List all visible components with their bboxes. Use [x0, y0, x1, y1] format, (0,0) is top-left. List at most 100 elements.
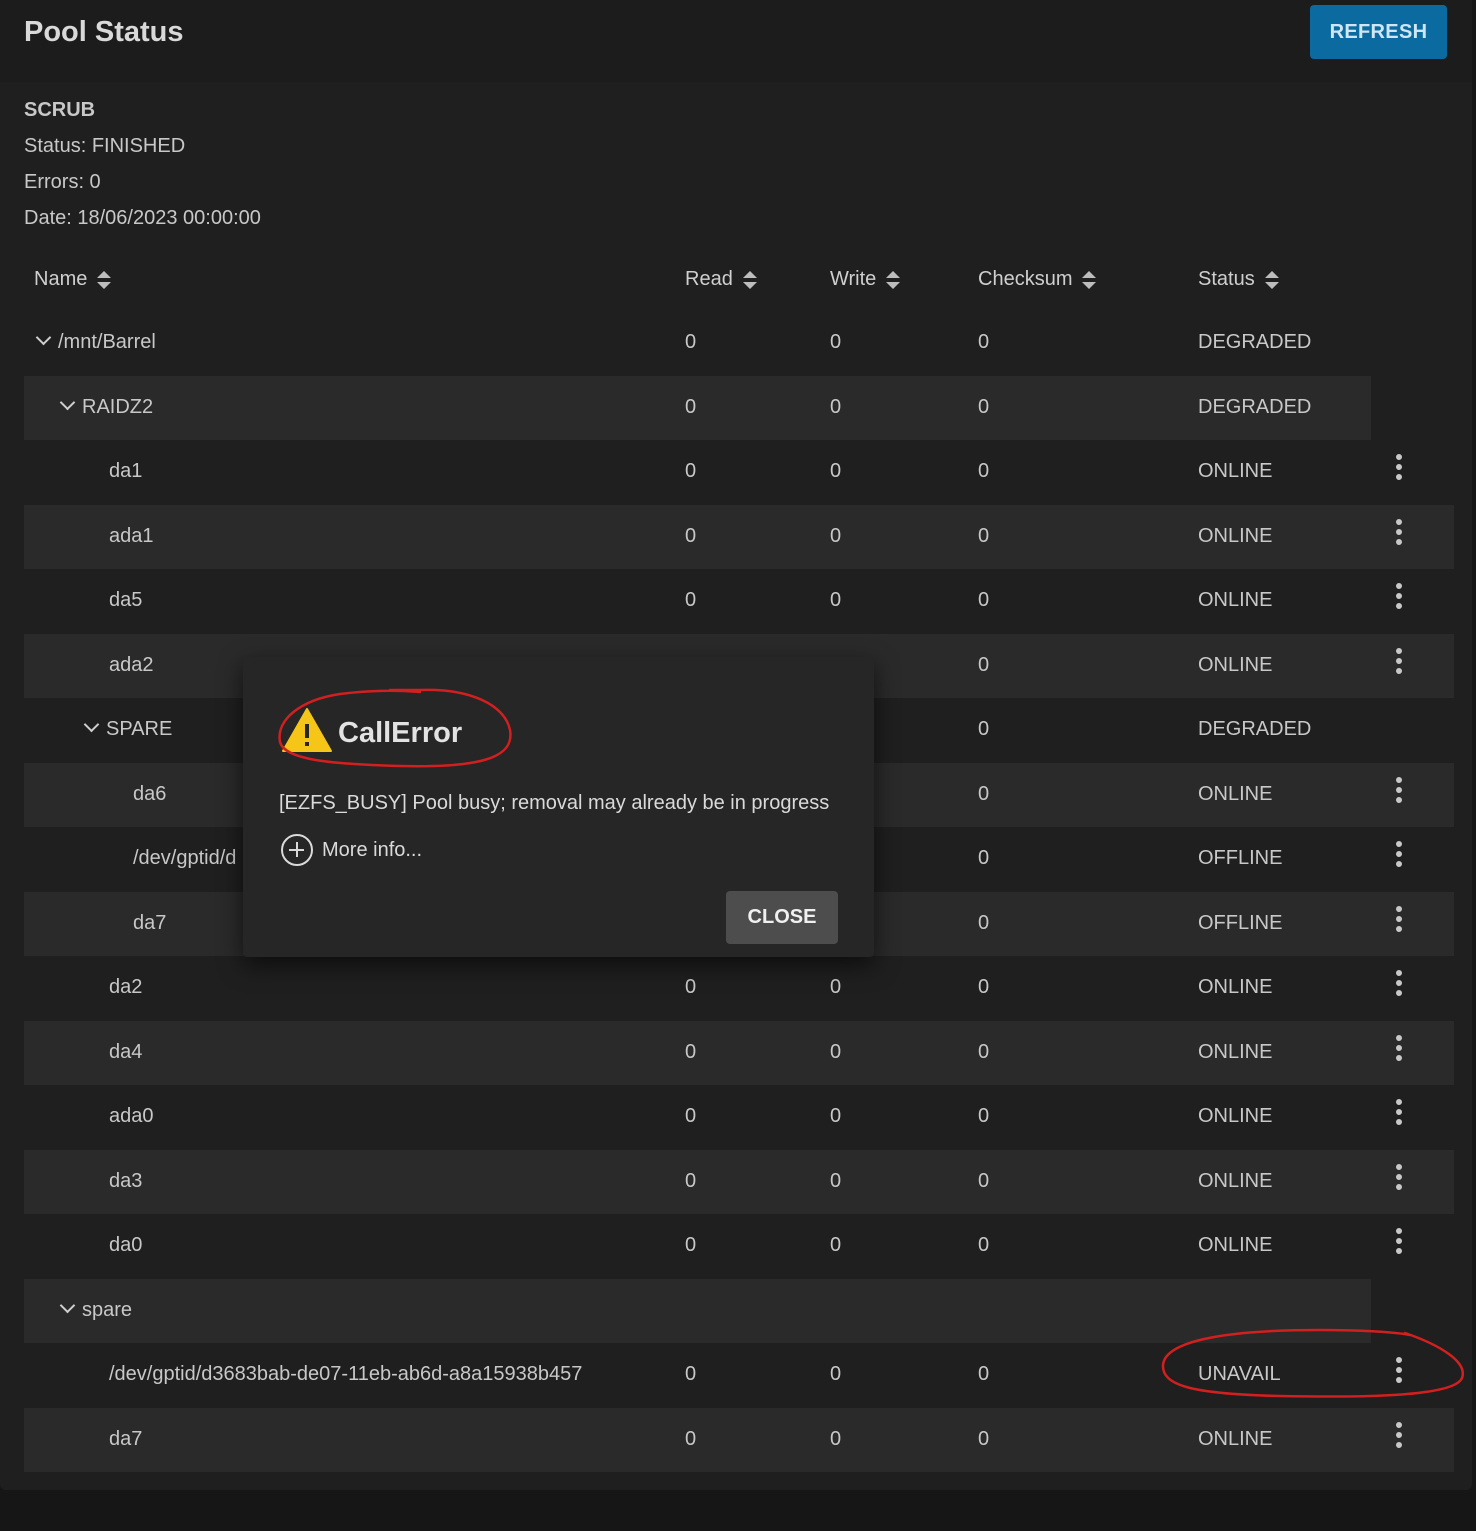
column-header-write[interactable]: Write [830, 268, 901, 291]
table-row[interactable]: RAIDZ2 0 0 0 DEGRADED [24, 375, 1454, 440]
table-row[interactable]: da2 0 0 0 ONLINE [24, 956, 1454, 1021]
row-write: 0 [830, 1169, 842, 1192]
row-read: 0 [685, 1363, 697, 1385]
row-status: ONLINE [1198, 1427, 1273, 1450]
row-status: ONLINE [1198, 1105, 1273, 1127]
row-name: SPARE [83, 716, 172, 741]
row-checksum: 0 [978, 589, 990, 611]
row-name: ada1 [109, 524, 154, 547]
row-checksum: 0 [978, 718, 990, 740]
row-write: 0 [830, 460, 842, 482]
row-name: da4 [109, 1040, 143, 1063]
table-row[interactable]: da1 0 0 0 ONLINE [24, 440, 1454, 505]
table-row[interactable]: /dev/gptid/d3683bab-de07-11eb-ab6d-a8a15… [24, 1343, 1454, 1408]
more-info-label: More info... [322, 838, 423, 861]
table-row[interactable]: /mnt/Barrel 0 0 0 DEGRADED [24, 311, 1454, 376]
more-vert-icon[interactable] [1393, 1228, 1405, 1258]
more-vert-icon[interactable] [1393, 1163, 1405, 1194]
more-vert-icon[interactable] [1393, 1099, 1405, 1129]
row-name: spare [59, 1297, 132, 1322]
column-label-write: Write [830, 268, 877, 290]
chevron-down-icon[interactable] [59, 394, 76, 410]
table-row[interactable]: da5 0 0 0 ONLINE [24, 569, 1454, 634]
row-status: ONLINE [1198, 976, 1273, 998]
table-row[interactable]: da7 0 0 0 ONLINE [24, 1407, 1454, 1472]
more-vert-icon[interactable] [1393, 454, 1405, 484]
error-dialog: CallError [EZFS_BUSY] Pool busy; removal… [243, 657, 874, 957]
row-checksum: 0 [978, 1234, 990, 1256]
column-header-checksum[interactable]: Checksum [978, 268, 1097, 291]
row-status: DEGRADED [1198, 331, 1312, 353]
scrub-status: Status: FINISHED [24, 135, 186, 157]
row-read: 0 [685, 524, 697, 547]
chevron-down-icon[interactable] [83, 716, 100, 733]
more-vert-icon[interactable] [1393, 776, 1405, 807]
row-write: 0 [830, 1363, 842, 1385]
page-title: Pool Status [24, 16, 184, 48]
more-vert-icon[interactable] [1393, 1421, 1405, 1452]
row-name-text: RAIDZ2 [82, 395, 154, 418]
row-read: 0 [685, 1105, 697, 1127]
scrub-date: Date: 18/06/2023 00:00:00 [24, 207, 261, 229]
more-vert-icon[interactable] [1393, 970, 1405, 1000]
row-checksum: 0 [978, 331, 990, 353]
chevron-down-icon[interactable] [59, 1297, 76, 1313]
row-checksum: 0 [978, 1363, 990, 1385]
row-status: OFFLINE [1198, 847, 1283, 869]
row-read: 0 [685, 331, 697, 353]
table-row[interactable]: da3 0 0 0 ONLINE [24, 1149, 1454, 1214]
row-status: ONLINE [1198, 782, 1273, 805]
table-row[interactable]: spare [24, 1278, 1454, 1343]
row-read: 0 [685, 1427, 697, 1450]
row-checksum: 0 [978, 1169, 990, 1192]
row-write: 0 [830, 1234, 842, 1256]
table-row[interactable]: ada1 0 0 0 ONLINE [24, 504, 1454, 569]
dialog-message: [EZFS_BUSY] Pool busy; removal may alrea… [279, 792, 830, 814]
plus-circle-icon[interactable] [281, 834, 313, 866]
page: Pool Status REFRESH SCRUB Status: FINISH… [0, 0, 1476, 1531]
row-name: RAIDZ2 [59, 394, 154, 419]
row-name-text: /mnt/Barrel [58, 331, 156, 353]
row-write: 0 [830, 395, 842, 418]
row-write: 0 [830, 331, 842, 353]
row-name: da5 [109, 589, 143, 611]
sort-icon [97, 270, 112, 289]
more-vert-icon[interactable] [1393, 583, 1405, 613]
more-vert-icon[interactable] [1393, 518, 1405, 549]
row-name: da1 [109, 460, 143, 482]
row-read: 0 [685, 1234, 697, 1256]
more-vert-icon[interactable] [1393, 905, 1405, 936]
table-row[interactable]: ada0 0 0 0 ONLINE [24, 1085, 1454, 1150]
close-button[interactable]: CLOSE [726, 891, 838, 944]
more-vert-icon[interactable] [1393, 647, 1405, 678]
refresh-button[interactable]: REFRESH [1310, 5, 1447, 59]
column-header-read[interactable]: Read [685, 268, 757, 291]
sort-icon [742, 270, 757, 289]
column-header-status[interactable]: Status [1198, 268, 1279, 291]
row-read: 0 [685, 1169, 697, 1192]
card-header: Pool Status REFRESH [0, 0, 1472, 82]
sort-icon [1264, 270, 1279, 289]
scrub-title: SCRUB [24, 99, 96, 121]
table-row[interactable]: da4 0 0 0 ONLINE [24, 1020, 1454, 1085]
row-write: 0 [830, 524, 842, 547]
table-row[interactable]: da0 0 0 0 ONLINE [24, 1214, 1454, 1279]
row-write: 0 [830, 976, 842, 998]
column-header-name[interactable]: Name [34, 268, 112, 291]
more-vert-icon[interactable] [1393, 841, 1405, 871]
more-vert-icon[interactable] [1393, 1034, 1405, 1065]
more-info-link[interactable]: More info... [281, 834, 422, 866]
sort-icon [886, 270, 901, 289]
more-vert-icon[interactable] [1393, 1357, 1405, 1387]
row-checksum: 0 [978, 976, 990, 998]
chevron-down-icon[interactable] [35, 329, 52, 346]
row-checksum: 0 [978, 1040, 990, 1063]
row-name: ada2 [109, 653, 154, 676]
row-name: /mnt/Barrel [35, 329, 156, 354]
row-write: 0 [830, 1040, 842, 1063]
row-status: ONLINE [1198, 460, 1273, 482]
scrub-info: SCRUB Status: FINISHED Errors: 0 Date: 1… [24, 97, 261, 241]
row-write: 0 [830, 1105, 842, 1127]
row-status: OFFLINE [1198, 911, 1283, 934]
row-status: ONLINE [1198, 1234, 1273, 1256]
